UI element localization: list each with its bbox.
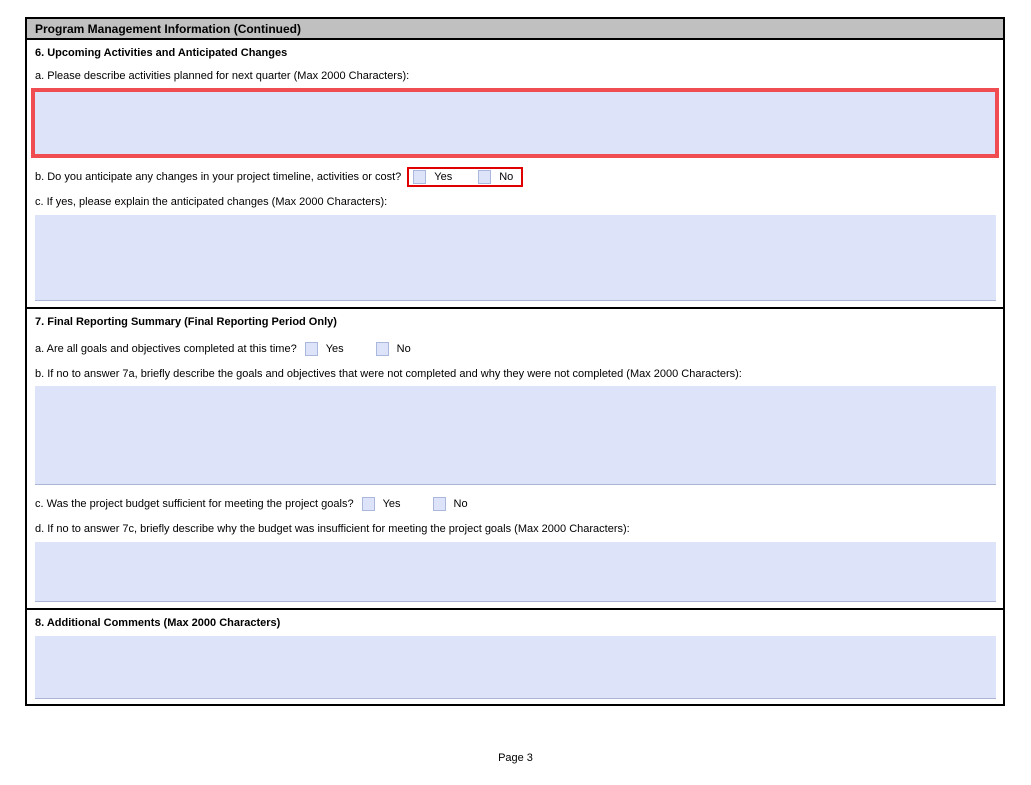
- checkbox-7a-no-label: No: [396, 343, 411, 355]
- question-6b-yes-no-group: Yes No: [407, 167, 524, 187]
- textarea-6c-anticipated-changes[interactable]: [35, 215, 996, 301]
- page-number: Page 3: [498, 752, 533, 764]
- textarea-6a-activities-next-quarter[interactable]: [31, 88, 999, 158]
- question-6b-row: b. Do you anticipate any changes in your…: [35, 167, 996, 187]
- checkbox-6b-no[interactable]: [478, 170, 492, 184]
- checkbox-7a-no[interactable]: [375, 342, 389, 356]
- question-6c-label: c. If yes, please explain the anticipate…: [35, 196, 388, 208]
- form-title: Program Management Information (Continue…: [35, 21, 302, 36]
- question-6a-label: a. Please describe activities planned fo…: [35, 70, 410, 82]
- question-7d-label: d. If no to answer 7c, briefly describe …: [35, 523, 630, 535]
- form-page: Program Management Information (Continue…: [0, 0, 1031, 785]
- checkbox-7a-yes[interactable]: [304, 342, 318, 356]
- checkbox-7c-yes[interactable]: [361, 497, 375, 511]
- textarea-8-additional-comments[interactable]: [35, 636, 996, 699]
- textarea-7d-budget-insufficient-reason[interactable]: [35, 542, 996, 602]
- section-6-upcoming-activities: 6. Upcoming Activities and Anticipated C…: [27, 40, 1003, 307]
- question-7c-row: c. Was the project budget sufficient for…: [35, 494, 996, 514]
- section-7-title: 7. Final Reporting Summary (Final Report…: [35, 316, 337, 328]
- program-management-form: Program Management Information (Continue…: [25, 17, 1005, 706]
- checkbox-6b-no-label: No: [499, 171, 514, 183]
- checkbox-7c-no[interactable]: [432, 497, 446, 511]
- form-title-bar: Program Management Information (Continue…: [25, 17, 1005, 40]
- question-7c-yes-no-group: Yes No: [361, 494, 468, 514]
- section-6-title: 6. Upcoming Activities and Anticipated C…: [35, 47, 288, 59]
- question-7b-label: b. If no to answer 7a, briefly describe …: [35, 368, 742, 380]
- question-7a-label: a. Are all goals and objectives complete…: [35, 343, 297, 355]
- checkbox-7a-yes-label: Yes: [325, 343, 344, 355]
- section-8-additional-comments: 8. Additional Comments (Max 2000 Charact…: [27, 608, 1003, 704]
- question-7c-label: c. Was the project budget sufficient for…: [35, 498, 354, 510]
- checkbox-6b-yes-label: Yes: [434, 171, 453, 183]
- question-6b-label: b. Do you anticipate any changes in your…: [35, 171, 402, 183]
- section-7-final-reporting-summary: 7. Final Reporting Summary (Final Report…: [27, 307, 1003, 608]
- section-8-title: 8. Additional Comments (Max 2000 Charact…: [35, 617, 281, 629]
- form-body: 6. Upcoming Activities and Anticipated C…: [25, 40, 1005, 706]
- question-7a-yes-no-group: Yes No: [304, 339, 411, 359]
- textarea-7b-goals-not-completed[interactable]: [35, 386, 996, 485]
- checkbox-6b-yes[interactable]: [413, 170, 427, 184]
- question-7a-row: a. Are all goals and objectives complete…: [35, 339, 996, 359]
- checkbox-7c-no-label: No: [453, 498, 468, 510]
- checkbox-7c-yes-label: Yes: [382, 498, 401, 510]
